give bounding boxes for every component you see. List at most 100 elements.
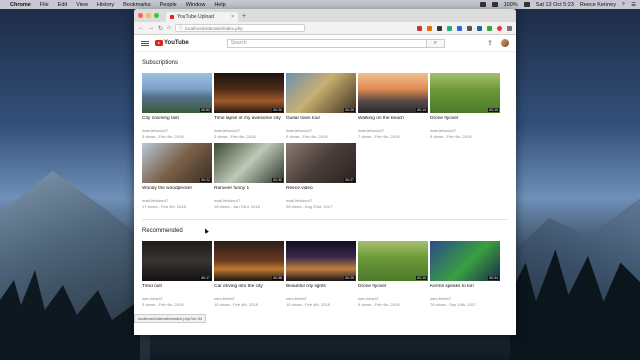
- video-card[interactable]: 00:10 Drone flyover matt-leblanc47 9 views …: [430, 73, 500, 139]
- extension-gray-icon[interactable]: [467, 25, 472, 31]
- clock[interactable]: Sat 13 Oct 5:23: [536, 2, 574, 8]
- video-thumbnail[interactable]: 00:52: [142, 73, 212, 113]
- video-channel[interactable]: matt-leblanc47: [286, 198, 356, 203]
- battery-icon[interactable]: [523, 2, 530, 7]
- video-title[interactable]: Drone flyover: [358, 284, 428, 295]
- new-tab-icon[interactable]: +: [242, 12, 246, 22]
- video-meta: 17 views - Feb 4th, 2018: [142, 204, 186, 209]
- info-icon[interactable]: ⓘ: [179, 25, 184, 31]
- video-card[interactable]: 00:25 Beautiful city lights sam-best47 10 v…: [286, 241, 356, 307]
- video-channel[interactable]: sam-best47: [286, 296, 356, 301]
- close-tab-icon[interactable]: ×: [231, 14, 234, 20]
- menu-window[interactable]: Window: [186, 2, 206, 8]
- video-thumbnail[interactable]: 00:38: [214, 241, 284, 281]
- video-channel[interactable]: sam-best47: [214, 296, 284, 301]
- video-thumbnail[interactable]: 00:30: [214, 143, 284, 183]
- video-title[interactable]: Drone flyover: [430, 116, 500, 127]
- extension-pen-icon[interactable]: [437, 25, 442, 31]
- extension-shield-icon[interactable]: [477, 25, 482, 31]
- back-icon[interactable]: ←: [138, 25, 144, 31]
- search-input[interactable]: Search: [226, 38, 427, 48]
- user-name[interactable]: Reece Kenney: [580, 2, 616, 8]
- video-thumbnail[interactable]: 00:27: [286, 143, 356, 183]
- close-window-icon[interactable]: [138, 13, 143, 18]
- search-icon[interactable]: ⌕: [622, 1, 625, 8]
- tab-youtube-upload[interactable]: YouTube Upload ×: [166, 12, 238, 22]
- video-channel[interactable]: matt-leblanc47: [142, 128, 212, 133]
- video-thumbnail[interactable]: 00:20: [214, 73, 284, 113]
- wifi-icon[interactable]: [479, 2, 486, 7]
- video-channel[interactable]: matt-leblanc47: [214, 198, 284, 203]
- video-card[interactable]: 00:38 Car driving into the city sam-best47…: [214, 241, 284, 307]
- forward-icon[interactable]: →: [148, 25, 154, 31]
- minimize-window-icon[interactable]: [146, 13, 151, 18]
- video-channel[interactable]: matt-leblanc47: [214, 128, 284, 133]
- search-button[interactable]: ⌕: [426, 38, 445, 48]
- video-card[interactable]: 00:20 Time lapse of my awesome city matt-l…: [214, 73, 284, 139]
- video-title[interactable]: Car driving into the city: [214, 284, 284, 295]
- video-thumbnail[interactable]: 00:17: [142, 241, 212, 281]
- video-title[interactable]: Walking on the beach: [358, 116, 428, 127]
- video-card[interactable]: 00:17 Tired out! sam-best47 3 views - Feb 4…: [142, 241, 212, 307]
- volume-icon[interactable]: [491, 2, 498, 7]
- menu-file[interactable]: File: [40, 2, 49, 8]
- hamburger-menu-icon[interactable]: [141, 40, 149, 46]
- video-channel[interactable]: sam-best47: [142, 296, 212, 301]
- video-title[interactable]: Reece video: [286, 186, 356, 197]
- video-card[interactable]: 00:34 Kermit speaks to tori sam-best47 76 v…: [430, 241, 500, 307]
- menu-edit[interactable]: Edit: [58, 2, 67, 8]
- maximize-window-icon[interactable]: [154, 13, 159, 18]
- video-channel[interactable]: matt-leblanc47: [142, 198, 212, 203]
- youtube-logo[interactable]: YouTube: [155, 40, 189, 46]
- video-channel[interactable]: matt-leblanc47: [286, 128, 356, 133]
- video-card[interactable]: 00:13 Walking on the beach matt-leblanc47 7…: [358, 73, 428, 139]
- video-thumbnail[interactable]: 00:34: [430, 241, 500, 281]
- video-title[interactable]: Ranveer funny 1: [214, 186, 284, 197]
- menu-history[interactable]: History: [97, 2, 114, 8]
- extension-blue-icon[interactable]: [457, 25, 462, 31]
- menu-view[interactable]: View: [76, 2, 88, 8]
- home-icon[interactable]: ⌂: [167, 25, 171, 31]
- header-actions: ⇪: [487, 39, 509, 47]
- video-thumbnail[interactable]: 00:13: [358, 73, 428, 113]
- video-channel[interactable]: sam-best47: [430, 296, 500, 301]
- menu-dots-icon[interactable]: [507, 25, 512, 31]
- video-channel[interactable]: sam-best47: [358, 296, 428, 301]
- video-channel[interactable]: matt-leblanc47: [358, 128, 428, 133]
- video-title[interactable]: Beautiful city lights: [286, 284, 356, 295]
- extension-record-icon[interactable]: [497, 25, 502, 31]
- extension-g-icon[interactable]: [487, 25, 492, 31]
- upload-icon[interactable]: ⇪: [487, 39, 493, 47]
- video-thumbnail[interactable]: 00:29: [286, 73, 356, 113]
- video-title[interactable]: Guitar town tour: [286, 116, 356, 127]
- avatar[interactable]: [501, 39, 509, 47]
- menu-bookmarks[interactable]: Bookmarks: [123, 2, 151, 8]
- menu-app[interactable]: Chrome: [10, 2, 31, 8]
- video-thumbnail[interactable]: 00:10: [430, 73, 500, 113]
- video-card[interactable]: 00:29 Guitar town tour matt-leblanc47 0 vie…: [286, 73, 356, 139]
- video-title[interactable]: Tired out!: [142, 284, 212, 295]
- menu-people[interactable]: People: [160, 2, 177, 8]
- extension-orange-icon[interactable]: [427, 25, 432, 31]
- battery-percent[interactable]: 100%: [504, 2, 518, 8]
- menu-help[interactable]: Help: [214, 2, 225, 8]
- video-card[interactable]: 00:30 Ranveer funny 1 matt-leblanc47 16 vie…: [214, 143, 284, 209]
- video-title[interactable]: Woody the woodpecker: [142, 186, 212, 197]
- extension-red-icon[interactable]: [417, 25, 422, 31]
- extension-green-icon[interactable]: [447, 25, 452, 31]
- video-thumbnail[interactable]: 00:10: [358, 241, 428, 281]
- video-title[interactable]: Time lapse of my awesome city: [214, 116, 284, 127]
- video-thumbnail[interactable]: 00:25: [286, 241, 356, 281]
- url-input[interactable]: ⓘ localhost/videosite/index.php: [174, 24, 305, 32]
- video-thumbnail[interactable]: 00:22: [142, 143, 212, 183]
- video-title[interactable]: Kermit speaks to tori: [430, 284, 500, 295]
- video-channel[interactable]: matt-leblanc47: [430, 128, 500, 133]
- video-title[interactable]: City zooming fast: [142, 116, 212, 127]
- video-card[interactable]: 00:22 Woody the woodpecker matt-leblanc47 1…: [142, 143, 212, 209]
- video-card[interactable]: 00:52 City zooming fast matt-leblanc47 3 vi…: [142, 73, 212, 139]
- reload-icon[interactable]: ↻: [158, 25, 163, 32]
- video-card[interactable]: 00:27 Reece video matt-leblanc47 26 views -…: [286, 143, 356, 209]
- video-meta: 3 views - Feb 4th, 2018: [214, 134, 256, 139]
- video-card[interactable]: 00:10 Drone flyover sam-best47 9 views - Fe…: [358, 241, 428, 307]
- menu-list-icon[interactable]: ☰: [631, 2, 636, 8]
